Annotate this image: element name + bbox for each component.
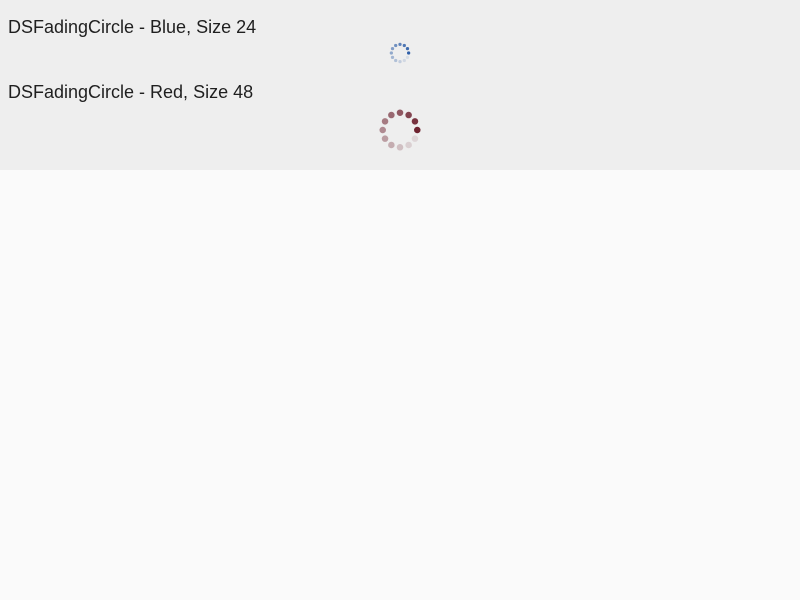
spinner-dot xyxy=(398,60,402,64)
spinner-dot xyxy=(411,135,419,142)
spinner-dot xyxy=(405,111,412,119)
spinner-dot xyxy=(402,58,406,63)
fading-circle-spinner-icon xyxy=(389,42,411,64)
demo-title-red: DSFadingCircle - Red, Size 48 xyxy=(8,82,254,102)
spinner-dot xyxy=(407,51,411,55)
spinner-dot xyxy=(396,144,404,151)
spinner-dot xyxy=(398,42,402,46)
spinner-dot xyxy=(388,141,395,149)
spinner-dot xyxy=(390,55,395,59)
spinner-dot xyxy=(396,109,404,116)
spinner-dot xyxy=(402,43,406,48)
spinner-dot xyxy=(414,126,421,134)
spinner-dot xyxy=(405,47,410,51)
spinner-dot xyxy=(381,135,389,142)
spinner-dot xyxy=(411,118,419,125)
demo-panel: DSFadingCircle - Blue, Size 24 DSFadingC… xyxy=(0,0,800,170)
spinner-dot xyxy=(394,43,398,48)
fading-circle-spinner-icon xyxy=(379,109,421,151)
spinner-dot xyxy=(405,55,410,59)
spinner-dot xyxy=(381,118,389,125)
spinner-dot xyxy=(390,47,395,51)
spinner-dot xyxy=(405,141,412,149)
spinner-dot xyxy=(394,58,398,63)
spinner-dot xyxy=(379,126,386,134)
demo-title-blue: DSFadingCircle - Blue, Size 24 xyxy=(8,17,257,37)
spinner-dot xyxy=(388,111,395,119)
spinner-dot xyxy=(389,51,393,55)
